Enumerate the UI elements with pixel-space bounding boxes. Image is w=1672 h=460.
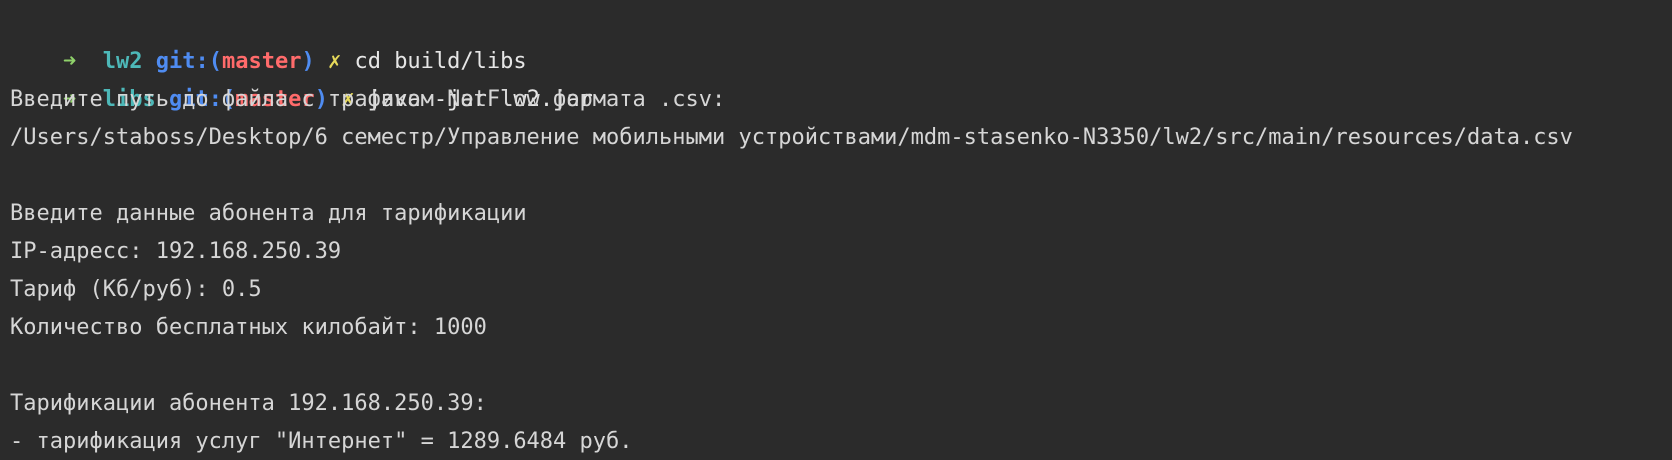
terminal-window[interactable]: ➜ lw2 git:(master) ✗ cd build/libs ➜ lib… — [0, 0, 1672, 460]
output-line: Количество бесплатных килобайт: 1000 — [10, 315, 487, 340]
dirty-mark-icon: ✗ — [327, 49, 342, 74]
command-text: cd build/libs — [354, 49, 527, 74]
output-line: Введите данные абонента для тарификации — [10, 201, 527, 226]
output-line: - тарификация услуг "Интернет" = 1289.64… — [10, 429, 633, 454]
prompt-line-1: ➜ lw2 git:(master) ✗ cd build/libs — [10, 5, 1672, 74]
output-line: Тарификации абонента 192.168.250.39: — [10, 391, 487, 416]
prompt-arrow-icon: ➜ — [62, 49, 77, 74]
output-line: IP-адресс: 192.168.250.39 — [10, 239, 342, 264]
output-line: Тариф (Кб/руб): 0.5 — [10, 277, 262, 302]
git-prefix: git:( — [155, 49, 222, 74]
git-branch: master — [221, 49, 302, 74]
git-suffix: ) — [301, 49, 315, 74]
output-line: /Users/staboss/Desktop/6 семестр/Управле… — [10, 125, 1573, 150]
output-line: Введите путь до файла с трафиком NetFlow… — [10, 87, 726, 112]
prompt-directory: lw2 — [102, 49, 143, 74]
